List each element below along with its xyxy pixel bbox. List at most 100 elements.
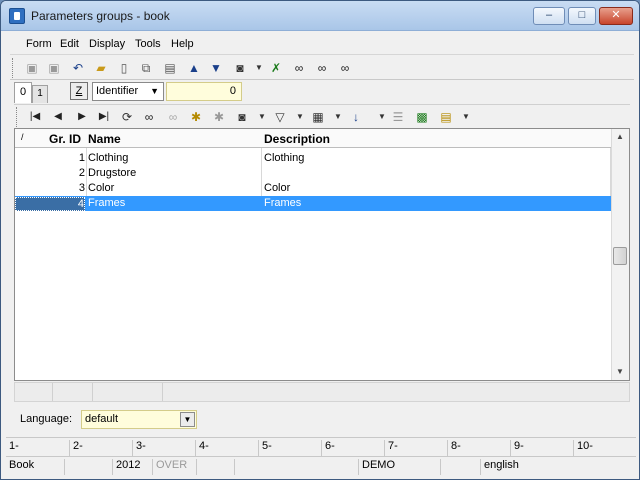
grid-toolbar: |◀ ◀ ▶ ▶| ⟳ ∞ ∞ ✱ ✱ ◙ ▼ ▽ ▼ ▦ ▼ ↓ ▼ ☰ ▩ … bbox=[14, 104, 630, 128]
sort-indicator: / bbox=[21, 132, 24, 142]
app-logo-icon bbox=[9, 8, 25, 24]
function-keys-bar: 1- 2- 3- 4- 5- 6- 7- 8- 9- 10- bbox=[6, 437, 636, 456]
report-dropdown-icon[interactable]: ▼ bbox=[458, 109, 474, 125]
menu-edit[interactable]: Edit bbox=[60, 38, 79, 50]
menu-tools[interactable]: Tools bbox=[135, 38, 161, 50]
table-row[interactable]: 3 Color Color bbox=[15, 181, 611, 196]
status-module: Book bbox=[9, 459, 35, 471]
title-bar[interactable]: Parameters groups - book – □ ✕ bbox=[1, 1, 639, 31]
save-icon[interactable]: ▣ bbox=[24, 60, 40, 76]
language-label: Language: bbox=[20, 413, 72, 425]
camera-icon[interactable]: ◙ bbox=[232, 60, 248, 76]
last-record-icon[interactable]: ▶| bbox=[96, 109, 112, 125]
menu-display[interactable]: Display bbox=[89, 38, 125, 50]
arrow-down-icon[interactable]: ▼ bbox=[208, 60, 224, 76]
status-bar: Book 2012 OVER DEMO english bbox=[6, 456, 636, 475]
refresh-icon[interactable]: ⟳ bbox=[119, 109, 135, 125]
status-empty bbox=[440, 459, 480, 475]
grid-toolbar-grip[interactable] bbox=[16, 107, 19, 127]
binoculars-icon[interactable]: ∞ bbox=[291, 60, 307, 76]
status-year: 2012 bbox=[112, 459, 152, 475]
filter-icon[interactable]: ▽ bbox=[272, 109, 288, 125]
sort-combo[interactable]: Identifier ▼ bbox=[92, 82, 164, 101]
report-icon[interactable]: ▤ bbox=[438, 109, 454, 125]
tab-1[interactable]: 1 bbox=[32, 85, 48, 103]
footer-cell bbox=[93, 383, 163, 401]
filter-value-field[interactable]: 0 bbox=[166, 82, 242, 101]
language-combo[interactable]: default ▼ bbox=[81, 410, 197, 429]
undo-icon[interactable]: ↶ bbox=[70, 60, 86, 76]
new-document-icon[interactable]: ▯ bbox=[116, 60, 132, 76]
tab-0[interactable]: 0 bbox=[14, 82, 32, 103]
columns-dropdown-icon[interactable]: ▼ bbox=[330, 109, 346, 125]
open-folder-icon[interactable]: ▰ bbox=[93, 60, 109, 76]
fkey-4[interactable]: 4- bbox=[195, 440, 258, 456]
maximize-button[interactable]: □ bbox=[568, 7, 596, 25]
columns-icon[interactable]: ▦ bbox=[310, 109, 326, 125]
scroll-up-icon[interactable]: ▲ bbox=[616, 132, 624, 141]
header-name[interactable]: Name bbox=[88, 132, 121, 146]
table-row-selected[interactable]: 4 Frames Frames bbox=[15, 196, 611, 211]
binoculars-next-icon[interactable]: ∞ bbox=[314, 60, 330, 76]
search-disabled-icon[interactable]: ∞ bbox=[165, 109, 181, 125]
menu-bar: Form Edit Display Tools Help bbox=[10, 34, 634, 55]
fkey-8[interactable]: 8- bbox=[447, 440, 510, 456]
z-filter-button[interactable]: Z bbox=[70, 82, 88, 100]
fkey-7[interactable]: 7- bbox=[384, 440, 447, 456]
list-icon[interactable]: ☰ bbox=[390, 109, 406, 125]
table-row[interactable]: 1 Clothing Clothing bbox=[15, 151, 611, 166]
book-icon[interactable]: ▤ bbox=[162, 60, 178, 76]
cell-id: 4 bbox=[15, 197, 85, 211]
menu-form[interactable]: Form bbox=[26, 38, 52, 50]
camera-dropdown-icon[interactable]: ▼ bbox=[254, 109, 270, 125]
fkey-6[interactable]: 6- bbox=[321, 440, 384, 456]
scroll-thumb[interactable] bbox=[613, 247, 627, 265]
minimize-button[interactable]: – bbox=[533, 7, 565, 25]
header-gr-id[interactable]: Gr. ID bbox=[49, 132, 81, 146]
data-grid[interactable]: / Gr. ID Name Description 1 Clothing Clo… bbox=[14, 128, 630, 381]
menu-help[interactable]: Help bbox=[171, 38, 194, 50]
sort-az-icon[interactable]: ↓ bbox=[348, 109, 364, 125]
fkey-1[interactable]: 1- bbox=[6, 440, 69, 456]
binoculars-prev-icon[interactable]: ∞ bbox=[337, 60, 353, 76]
fkey-5[interactable]: 5- bbox=[258, 440, 321, 456]
star-remove-icon[interactable]: ✱ bbox=[211, 109, 227, 125]
table-row[interactable]: 2 Drugstore bbox=[15, 166, 611, 181]
cell-name: Color bbox=[88, 182, 115, 194]
vertical-scrollbar[interactable]: ▲ ▼ bbox=[611, 129, 629, 380]
filter-dropdown-icon[interactable]: ▼ bbox=[292, 109, 308, 125]
cell-id: 3 bbox=[78, 182, 85, 194]
close-button[interactable]: ✕ bbox=[599, 7, 633, 25]
prev-record-icon[interactable]: ◀ bbox=[50, 109, 66, 125]
footer-cell bbox=[53, 383, 93, 401]
scroll-down-icon[interactable]: ▼ bbox=[616, 367, 624, 376]
fkey-3[interactable]: 3- bbox=[132, 440, 195, 456]
first-record-icon[interactable]: |◀ bbox=[27, 109, 43, 125]
save-as-icon[interactable]: ▣ bbox=[46, 60, 62, 76]
status-db: DEMO bbox=[358, 459, 440, 475]
fkey-10[interactable]: 10- bbox=[573, 440, 636, 456]
status-empty bbox=[234, 459, 358, 475]
header-description[interactable]: Description bbox=[264, 132, 330, 146]
dropdown-icon[interactable]: ▼ bbox=[251, 60, 267, 76]
sort-combo-value: Identifier bbox=[96, 85, 139, 97]
excel-icon[interactable]: ▩ bbox=[414, 109, 430, 125]
window-title: Parameters groups - book bbox=[31, 9, 170, 23]
status-mode: OVER bbox=[152, 459, 196, 475]
cell-name: Drugstore bbox=[88, 167, 137, 179]
tab-row: 0 1 Z Identifier ▼ 0 bbox=[10, 81, 634, 103]
arrow-up-icon[interactable]: ▲ bbox=[186, 60, 202, 76]
chevron-down-icon[interactable]: ▼ bbox=[180, 412, 195, 427]
cell-id: 2 bbox=[78, 167, 85, 179]
camera-icon[interactable]: ◙ bbox=[234, 109, 250, 125]
next-record-icon[interactable]: ▶ bbox=[74, 109, 90, 125]
toolbar-grip[interactable] bbox=[12, 58, 15, 78]
fkey-2[interactable]: 2- bbox=[69, 440, 132, 456]
sort-dropdown-icon[interactable]: ▼ bbox=[374, 109, 390, 125]
copy-icon[interactable]: ⧉ bbox=[138, 60, 154, 76]
main-toolbar: ▣ ▣ ↶ ▰ ▯ ⧉ ▤ ▲ ▼ ◙ ▼ ✗ ∞ ∞ ∞ bbox=[10, 56, 634, 80]
x-binoculars-icon[interactable]: ✗ bbox=[268, 60, 284, 76]
star-add-icon[interactable]: ✱ bbox=[188, 109, 204, 125]
search-icon[interactable]: ∞ bbox=[141, 109, 157, 125]
fkey-9[interactable]: 9- bbox=[510, 440, 573, 456]
